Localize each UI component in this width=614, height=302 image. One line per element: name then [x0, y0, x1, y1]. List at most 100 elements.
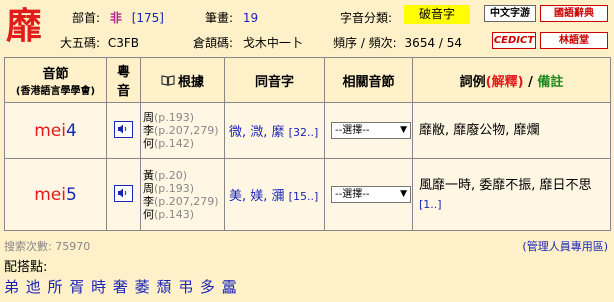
- homophone-links[interactable]: 微, 溦, 縻: [229, 125, 285, 140]
- syllable-consonant: mei: [34, 120, 66, 141]
- header-syllable-label: 音節: [42, 67, 69, 82]
- radical-label: 部首:: [72, 11, 101, 25]
- radical-row: 部首: 非 [175]: [72, 9, 164, 26]
- examples-more-link[interactable]: [1..]: [419, 198, 442, 211]
- source-name: 李: [143, 194, 154, 208]
- syllable-tone: 5: [65, 184, 77, 205]
- frequency-value: 3654 / 54: [404, 36, 463, 50]
- character-title: 靡: [6, 5, 43, 47]
- header-notes-label: 備註: [537, 74, 564, 90]
- strokes-row: 筆畫: 19: [205, 9, 258, 26]
- chevron-down-icon: ▼: [400, 125, 407, 135]
- source-page: (p.207,279): [154, 124, 219, 137]
- source-cell: 黃(p.20) 周(p.193) 李(p.207,279) 何(p.143): [140, 158, 225, 231]
- source-page: (p.193): [154, 181, 195, 195]
- cedict-button[interactable]: CEDICT: [492, 32, 536, 49]
- guoyu-cidian-button[interactable]: 國語辭典: [540, 5, 608, 22]
- big5-row: 大五碼: C3FB: [60, 34, 139, 51]
- admin-link[interactable]: (管理人員專用區): [522, 238, 608, 254]
- related-cell: --選擇-- ▼: [324, 102, 413, 159]
- table-header-row: 音節 (香港語言學學會) 粵 音 根據 同音字 相關音節 詞例(解釋) / 備註: [4, 57, 611, 103]
- source-line: 李(p.207,279): [143, 195, 224, 208]
- homophones-more-link[interactable]: [15..]: [289, 190, 319, 203]
- header-cantonese-1: 粵: [116, 65, 130, 80]
- audio-cell: [106, 102, 141, 159]
- header-related: 相關音節: [324, 57, 413, 103]
- syllable-consonant: mei: [34, 184, 66, 205]
- homophone-links[interactable]: 美, 媄, 瀰: [229, 189, 285, 204]
- examples-text: 風靡一時, 委靡不振, 靡日不思: [419, 177, 592, 193]
- big5-label: 大五碼:: [60, 36, 101, 50]
- related-cell: --選擇-- ▼: [324, 158, 413, 231]
- examples-text: 靡敝, 靡廢公物, 靡爛: [419, 123, 540, 138]
- homophones-cell: 微, 溦, 縻 [32..]: [224, 102, 325, 159]
- cangjie-label: 倉頡碼:: [193, 36, 234, 50]
- header-source-label: 根據: [177, 74, 204, 90]
- source-name: 何: [143, 137, 154, 150]
- radical-value: 非: [109, 11, 122, 25]
- source-page: (p.143): [154, 207, 195, 221]
- table-row: mei4 周(p.193) 李(p.207,279) 何(p.142) 微, 溦…: [4, 102, 611, 159]
- source-line: 何(p.143): [143, 208, 224, 221]
- header-cantonese-2: 音: [116, 84, 130, 99]
- match-characters[interactable]: 弟 迆 所 胥 時 奢 萎 頹 弔 多 靁: [4, 276, 238, 297]
- cangjie-row: 倉頡碼: 戈木中一卜: [193, 34, 303, 51]
- header-syllable-sub: (香港語言學學會): [15, 86, 96, 97]
- source-page: (p.207,279): [154, 194, 219, 208]
- zhongwen-button[interactable]: 中文字游: [484, 5, 536, 22]
- related-select-value: --選擇--: [335, 125, 370, 136]
- big5-value: C3FB: [107, 36, 140, 50]
- source-line: 李(p.207,279): [143, 124, 224, 137]
- source-name: 李: [143, 124, 154, 137]
- match-label: 配搭點:: [4, 260, 48, 275]
- source-line: 何(p.142): [143, 137, 224, 150]
- source-name: 何: [143, 207, 154, 221]
- syllable-cell: mei4: [4, 102, 107, 159]
- lin-yutang-button[interactable]: 林語堂: [540, 32, 608, 49]
- header-source: 根據: [140, 57, 225, 103]
- search-count: 搜索次數: 75970: [4, 240, 91, 253]
- related-select[interactable]: --選擇-- ▼: [331, 122, 411, 139]
- header-cantonese: 粵 音: [106, 57, 141, 103]
- category-label: 字音分類:: [340, 11, 393, 25]
- strokes-value: 19: [242, 11, 259, 25]
- syllable-cell: mei5: [4, 158, 107, 231]
- header-slash: /: [528, 74, 533, 90]
- header: 靡 部首: 非 [175] 筆畫: 19 字音分類: 破音字 大五碼: C3FB…: [0, 0, 614, 55]
- table-row: mei5 黃(p.20) 周(p.193) 李(p.207,279) 何(p.1…: [4, 158, 611, 231]
- header-homophones: 同音字: [224, 57, 325, 103]
- source-page: (p.193): [154, 111, 195, 124]
- chevron-down-icon: ▼: [400, 189, 407, 199]
- speaker-icon[interactable]: [114, 184, 133, 202]
- source-cell: 周(p.193) 李(p.207,279) 何(p.142): [140, 102, 225, 159]
- source-name: 周: [143, 181, 154, 195]
- related-select-value: --選擇--: [335, 189, 370, 200]
- book-icon: [161, 74, 175, 90]
- source-page: (p.20): [154, 168, 188, 182]
- category-badge[interactable]: 破音字: [404, 5, 470, 24]
- frequency-row: 頻序 / 頻次: 3654 / 54: [333, 34, 462, 51]
- examples-cell: 靡敝, 靡廢公物, 靡爛: [412, 102, 611, 159]
- header-syllable: 音節 (香港語言學學會): [4, 57, 107, 103]
- source-page: (p.142): [154, 137, 195, 150]
- source-name: 黃: [143, 168, 154, 182]
- header-explain-label: (解釋): [485, 74, 524, 90]
- related-select[interactable]: --選擇-- ▼: [331, 186, 411, 203]
- header-examples-label: 詞例: [459, 74, 486, 90]
- source-name: 周: [143, 111, 154, 124]
- cangjie-value: 戈木中一卜: [242, 36, 303, 50]
- examples-cell: 風靡一時, 委靡不振, 靡日不思 [1..]: [412, 158, 611, 231]
- source-line: 黃(p.20): [143, 169, 224, 182]
- strokes-label: 筆畫:: [205, 11, 234, 25]
- pronunciation-table: 音節 (香港語言學學會) 粵 音 根據 同音字 相關音節 詞例(解釋) / 備註…: [4, 57, 611, 231]
- source-line: 周(p.193): [143, 111, 224, 124]
- radical-link[interactable]: [175]: [132, 11, 164, 25]
- homophones-cell: 美, 媄, 瀰 [15..]: [224, 158, 325, 231]
- source-line: 周(p.193): [143, 182, 224, 195]
- homophones-more-link[interactable]: [32..]: [289, 126, 319, 139]
- syllable-tone: 4: [65, 120, 77, 141]
- frequency-label: 頻序 / 頻次:: [333, 36, 397, 50]
- header-examples: 詞例(解釋) / 備註: [412, 57, 611, 103]
- audio-cell: [106, 158, 141, 231]
- speaker-icon[interactable]: [114, 120, 133, 138]
